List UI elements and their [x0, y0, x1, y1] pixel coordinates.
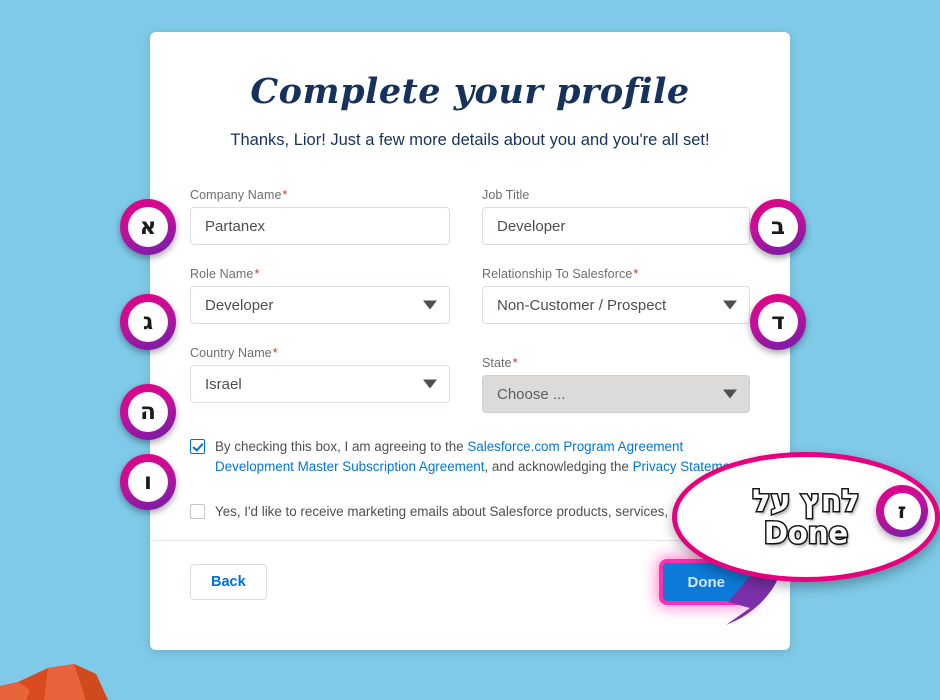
annotation-badge-3: ג — [120, 294, 176, 350]
label-company-name: Company Name* — [190, 188, 288, 202]
page-title: Complete your profile — [250, 71, 690, 112]
label-role-name: Role Name* — [190, 267, 260, 281]
annotation-badge-2-glyph: ב — [758, 207, 798, 247]
label-relationship-to-salesforce: Relationship To Salesforce* — [482, 267, 639, 281]
required-asterisk: * — [282, 188, 288, 202]
required-asterisk: * — [254, 267, 260, 281]
profile-card: Complete your profile Thanks, Lior! Just… — [150, 32, 790, 650]
field-job-title: Job Title — [482, 188, 750, 245]
callout-line-2: Done — [762, 515, 849, 550]
page-subtitle: Thanks, Lior! Just a few more details ab… — [230, 131, 710, 149]
marketing-checkbox-row: Yes, I'd like to receive marketing email… — [190, 502, 750, 522]
label-state: State* — [482, 356, 518, 370]
agreement-checkbox-row: By checking this box, I am agreeing to t… — [190, 437, 750, 478]
annotation-badge-3-glyph: ג — [128, 302, 168, 342]
marketing-checkbox[interactable] — [190, 503, 205, 519]
profile-form: Company Name* Job Title Role Name* Devel… — [190, 188, 750, 435]
state-select[interactable]: Choose ... — [482, 375, 750, 413]
field-company-name: Company Name* — [190, 188, 450, 245]
role-name-select[interactable]: Developer — [190, 286, 450, 324]
agreement-checkbox[interactable] — [190, 439, 205, 454]
marketing-text: Yes, I'd like to receive marketing email… — [215, 503, 742, 519]
field-role-name: Role Name* Developer — [190, 267, 450, 324]
required-asterisk: * — [272, 346, 278, 360]
card-footer: Back Done — [190, 541, 750, 602]
agreement-text-part-3: , and acknowledging the — [484, 459, 633, 475]
annotation-badge-7-glyph: ז — [883, 492, 921, 530]
annotation-badge-6: ו — [120, 454, 176, 510]
relationship-select-wrapper: Non-Customer / Prospect — [482, 286, 750, 324]
country-name-select[interactable]: Israel — [190, 365, 450, 403]
annotation-badge-6-glyph: ו — [128, 462, 168, 502]
label-country-name: Country Name* — [190, 346, 278, 360]
company-name-input[interactable] — [190, 207, 450, 245]
link-dev-master-subscription-agreement[interactable]: Development Master Subscription Agreemen… — [215, 459, 484, 474]
annotation-badge-4: ד — [750, 294, 806, 350]
job-title-input[interactable] — [482, 207, 750, 245]
annotation-badge-5: ה — [120, 384, 176, 440]
annotation-badge-1: א — [120, 199, 176, 255]
agreement-text-part-1: By checking this box, I am agreeing to t… — [215, 439, 468, 454]
annotation-badge-1-glyph: א — [128, 207, 168, 247]
state-select-wrapper: Choose ... — [482, 375, 750, 413]
field-state: State* Choose ... — [482, 346, 750, 413]
country-name-select-wrapper: Israel — [190, 365, 450, 403]
role-name-select-wrapper: Developer — [190, 286, 450, 324]
callout-line-1: לחץ על — [751, 484, 861, 520]
field-relationship-to-salesforce: Relationship To Salesforce* Non-Customer… — [482, 267, 750, 324]
annotation-badge-5-glyph: ה — [128, 392, 168, 432]
field-country-name: Country Name* Israel — [190, 346, 450, 413]
required-asterisk: * — [633, 267, 639, 281]
decorative-polygon-shape — [0, 664, 108, 700]
annotation-badge-2: ב — [750, 199, 806, 255]
annotation-badge-4-glyph: ד — [758, 302, 798, 342]
relationship-to-salesforce-select[interactable]: Non-Customer / Prospect — [482, 286, 750, 324]
link-program-agreement[interactable]: Salesforce.com Program Agreement — [467, 439, 683, 454]
annotation-badge-7: ז — [876, 485, 928, 537]
label-job-title: Job Title — [482, 188, 530, 202]
required-asterisk: * — [512, 356, 518, 370]
agreement-text: By checking this box, I am agreeing to t… — [215, 437, 750, 478]
back-button[interactable]: Back — [190, 564, 267, 601]
